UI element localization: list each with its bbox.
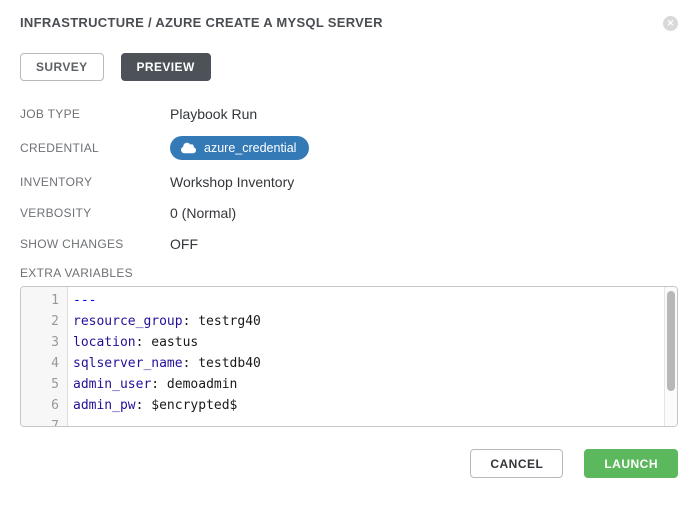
tab-bar: SURVEY PREVIEW: [20, 53, 678, 81]
yaml-value: : $encrypted$: [136, 398, 238, 413]
code-line: resource_group: testrg40: [73, 311, 677, 332]
modal-title: INFRASTRUCTURE / AZURE CREATE A MYSQL SE…: [20, 15, 383, 30]
extra-variables-label: EXTRA VARIABLES: [20, 266, 678, 280]
tab-survey[interactable]: SURVEY: [20, 53, 104, 81]
yaml-value: : demoadmin: [151, 377, 237, 392]
detail-row-show-changes: SHOW CHANGESOFF: [20, 235, 678, 253]
launch-button[interactable]: LAUNCH: [584, 449, 678, 478]
cloud-icon: [181, 142, 196, 154]
yaml-key: admin_user: [73, 377, 151, 392]
detail-value-job-type: Playbook Run: [170, 106, 257, 122]
line-number: 3: [21, 332, 59, 353]
code-line: [73, 416, 677, 427]
yaml-value: : eastus: [136, 335, 199, 350]
detail-label-job-type: JOB TYPE: [20, 107, 170, 121]
modal-footer: CANCEL LAUNCH: [20, 449, 678, 478]
extra-variables-editor[interactable]: 1234567 ---resource_group: testrg40locat…: [20, 286, 678, 427]
detail-value-verbosity: 0 (Normal): [170, 205, 236, 221]
code-line: ---: [73, 290, 677, 311]
tab-preview[interactable]: PREVIEW: [121, 53, 211, 81]
detail-row-verbosity: VERBOSITY0 (Normal): [20, 204, 678, 222]
code-line: admin_pw: $encrypted$: [73, 395, 677, 416]
modal-header: INFRASTRUCTURE / AZURE CREATE A MYSQL SE…: [20, 0, 678, 31]
line-number: 4: [21, 353, 59, 374]
code-line: location: eastus: [73, 332, 677, 353]
editor-scrollbar[interactable]: [664, 287, 677, 426]
credential-badge[interactable]: azure_credential: [170, 136, 309, 160]
detail-row-credential: CREDENTIAL azure_credential: [20, 136, 678, 160]
detail-label-credential: CREDENTIAL: [20, 141, 170, 155]
detail-label-inventory: INVENTORY: [20, 175, 170, 189]
yaml-key: location: [73, 335, 136, 350]
detail-row-job-type: JOB TYPEPlaybook Run: [20, 105, 678, 123]
yaml-value: : testrg40: [183, 314, 261, 329]
credential-badge-label: azure_credential: [204, 141, 296, 155]
yaml-key: admin_pw: [73, 398, 136, 413]
yaml-doc-separator: ---: [73, 293, 96, 308]
yaml-value: : testdb40: [183, 356, 261, 371]
yaml-key: resource_group: [73, 314, 183, 329]
detail-value-inventory: Workshop Inventory: [170, 174, 294, 190]
line-number: 5: [21, 374, 59, 395]
line-number: 6: [21, 395, 59, 416]
editor-code[interactable]: ---resource_group: testrg40location: eas…: [68, 287, 677, 426]
line-number: 1: [21, 290, 59, 311]
detail-row-inventory: INVENTORYWorkshop Inventory: [20, 173, 678, 191]
detail-label-verbosity: VERBOSITY: [20, 206, 170, 220]
editor-line-numbers: 1234567: [21, 287, 68, 426]
cancel-button[interactable]: CANCEL: [470, 449, 563, 478]
detail-label-show-changes: SHOW CHANGES: [20, 237, 170, 251]
line-number: 2: [21, 311, 59, 332]
job-details: JOB TYPEPlaybook Run CREDENTIAL azure_cred…: [20, 105, 678, 253]
job-launch-preview-modal: INFRASTRUCTURE / AZURE CREATE A MYSQL SE…: [0, 0, 698, 512]
extra-variables-section: EXTRA VARIABLES 1234567 --- resource_grou…: [20, 266, 678, 427]
line-number: 7: [21, 416, 59, 427]
detail-value-show-changes: OFF: [170, 236, 198, 252]
yaml-key: sqlserver_name: [73, 356, 183, 371]
code-line: admin_user: demoadmin: [73, 374, 677, 395]
editor-scrollbar-thumb[interactable]: [667, 291, 675, 391]
close-icon[interactable]: ✕: [663, 16, 678, 31]
code-line: sqlserver_name: testdb40: [73, 353, 677, 374]
